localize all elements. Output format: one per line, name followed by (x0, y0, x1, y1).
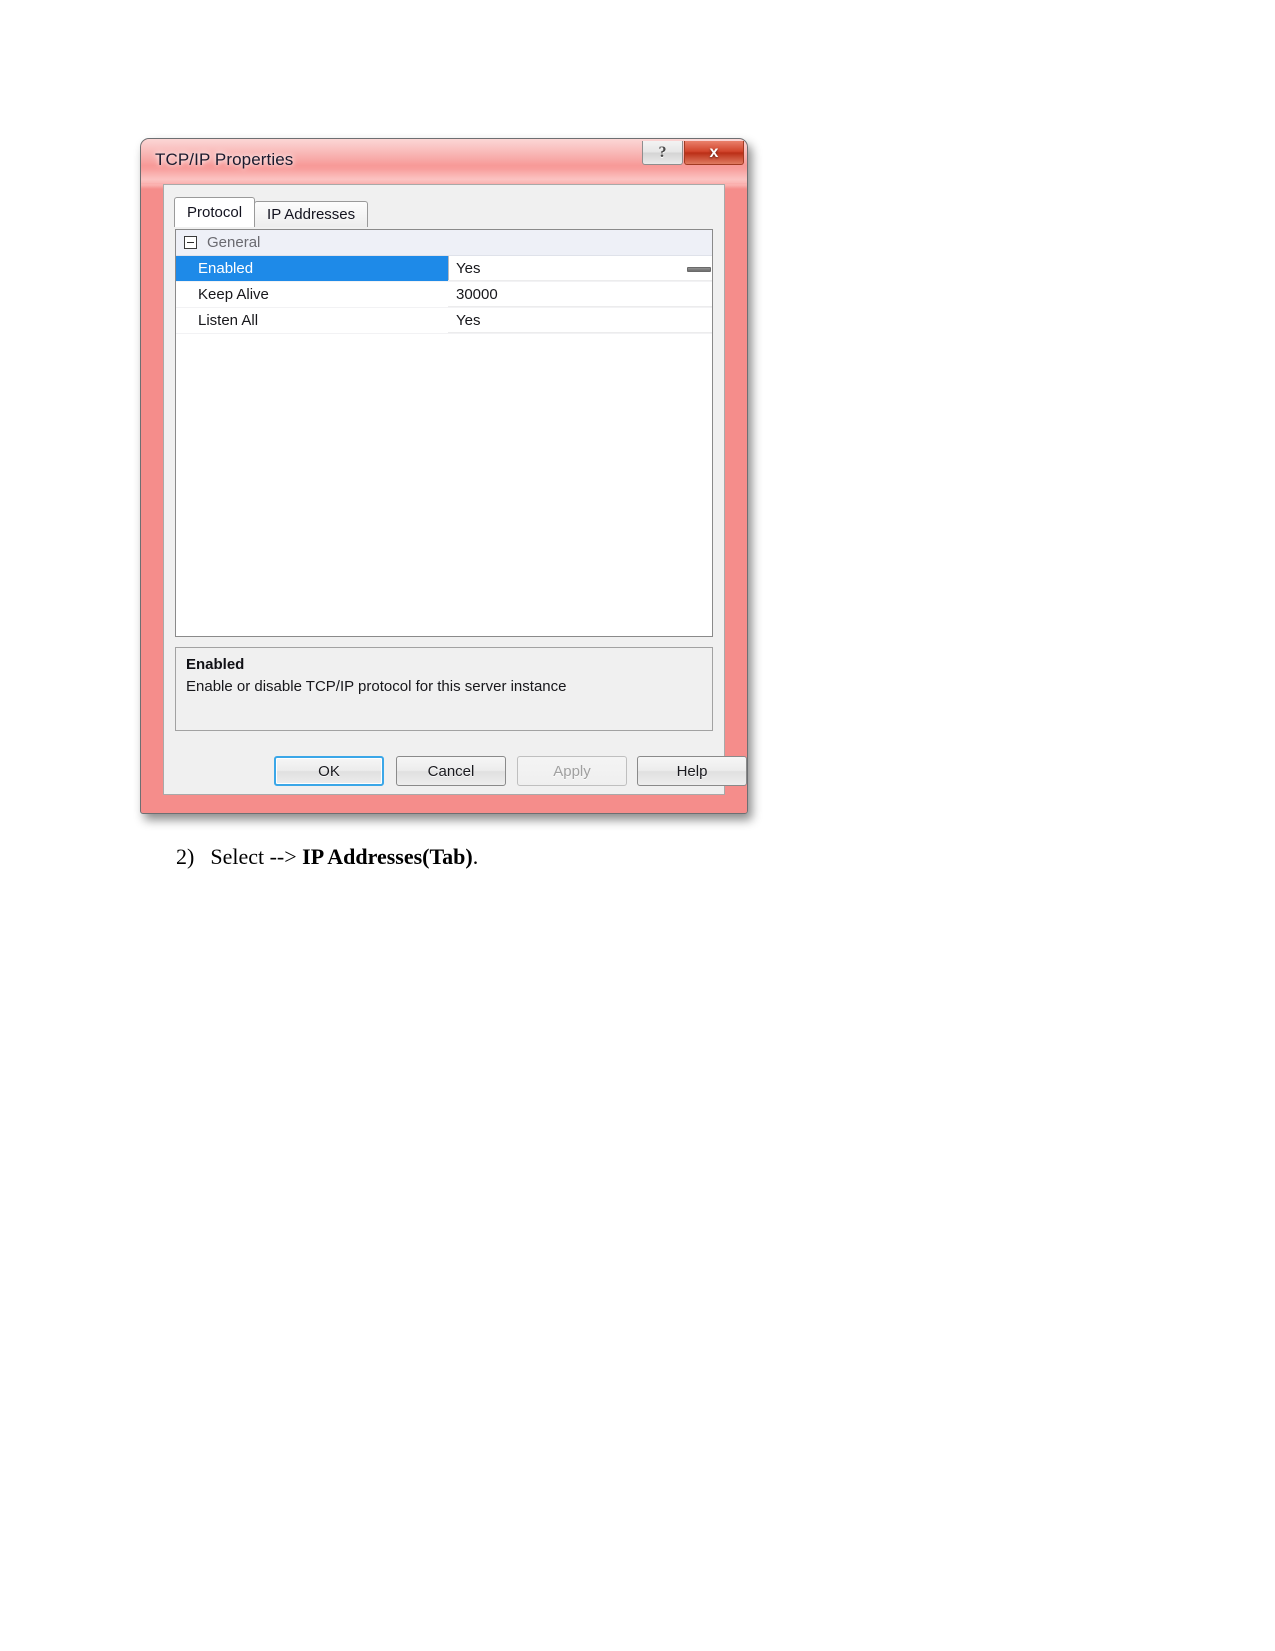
description-title: Enabled (186, 656, 245, 673)
caption-prefix: Select --> (210, 844, 303, 869)
row-divider (448, 306, 712, 307)
tab-ip-addresses[interactable]: IP Addresses (254, 201, 369, 227)
apply-button: Apply (517, 756, 627, 786)
property-row-enabled[interactable]: Enabled Yes (176, 256, 712, 282)
property-row-listen-all[interactable]: Listen All Yes (176, 308, 712, 334)
row-divider (448, 280, 712, 281)
help-icon-button[interactable]: ? (642, 141, 683, 165)
instruction-caption: 2) Select --> IP Addresses(Tab). (176, 844, 478, 870)
property-group-general[interactable]: General (176, 230, 712, 256)
property-value-enabled[interactable]: Yes (448, 256, 712, 281)
tab-strip: Protocol IP Addresses (174, 197, 369, 227)
property-group-label: General (207, 234, 261, 251)
description-pane: Enabled Enable or disable TCP/IP protoco… (175, 647, 713, 731)
property-name-listen-all: Listen All (198, 312, 259, 329)
ok-button[interactable]: OK (274, 756, 384, 786)
close-icon-button[interactable]: x (684, 141, 744, 165)
dialog-button-row: OK Cancel Apply Help (164, 753, 747, 795)
property-value-keep-alive[interactable]: 30000 (448, 282, 712, 307)
tab-protocol[interactable]: Protocol (174, 197, 256, 227)
caption-button-group: ? x (642, 141, 744, 165)
property-grid[interactable]: General Enabled Yes Keep Alive 30000 Lis… (175, 229, 713, 637)
dialog-client-area: Protocol IP Addresses General Enabled Ye… (163, 184, 747, 795)
window-title: TCP/IP Properties (155, 150, 294, 169)
row-divider (448, 332, 712, 333)
value-editor-handle[interactable] (687, 267, 711, 272)
help-button[interactable]: Help (637, 756, 747, 786)
cancel-button[interactable]: Cancel (396, 756, 506, 786)
caption-number: 2) (176, 844, 195, 869)
collapse-minus-icon[interactable] (184, 236, 197, 249)
property-name-enabled: Enabled (176, 256, 448, 281)
caption-suffix: . (472, 844, 479, 869)
title-bar: TCP/IP Properties ? x (141, 139, 747, 183)
property-name-keep-alive: Keep Alive (198, 286, 269, 303)
property-row-keep-alive[interactable]: Keep Alive 30000 (176, 282, 712, 308)
property-value-listen-all[interactable]: Yes (448, 308, 712, 333)
description-text: Enable or disable TCP/IP protocol for th… (186, 678, 567, 695)
caption-bold-text: IP Addresses(Tab) (302, 844, 473, 869)
